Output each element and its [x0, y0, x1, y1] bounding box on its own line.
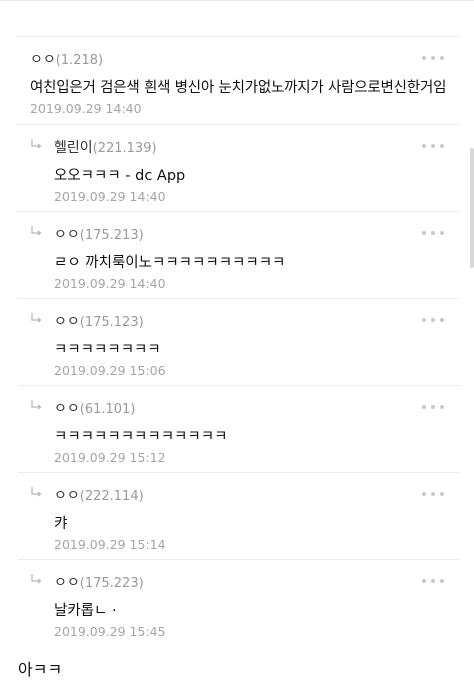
partial-text: 아ㅋㅋ	[18, 660, 63, 679]
more-dots-icon[interactable]	[422, 579, 444, 583]
reply-author[interactable]: ㅇㅇ(222.114)	[54, 485, 144, 505]
reply-item: ㅇㅇ(175.123) ㅋㅋㅋㅋㅋㅋㅋㅋ 2019.09.29 15:06	[18, 299, 460, 386]
reply-item: ㅇㅇ(175.223) 날카롭ㄴ · 2019.09.29 15:45	[18, 560, 460, 639]
author-ip: (221.139)	[92, 141, 157, 156]
reply-item: 헬린이(221.139) 오오ㅋㅋㅋ - dc App 2019.09.29 1…	[18, 125, 460, 212]
reply-date: 2019.09.29 15:45	[54, 624, 166, 639]
reply-author[interactable]: ㅇㅇ(175.123)	[54, 311, 144, 331]
reply-text: ㅋㅋㅋㅋㅋㅋㅋㅋ	[54, 342, 161, 358]
comment-date: 2019.09.29 14:40	[30, 101, 142, 116]
author-ip: (175.123)	[79, 315, 144, 330]
top-divider	[0, 0, 474, 1]
reply-arrow-icon	[30, 225, 42, 237]
reply-item: ㅇㅇ(175.213) ㄹㅇ 까치룩이노ㅋㅋㅋㅋㅋㅋㅋㅋㅋㅋ 2019.09.2…	[18, 212, 460, 299]
more-dots-icon[interactable]	[422, 318, 444, 322]
author-nickname: ㅇㅇ	[54, 227, 80, 243]
reply-date: 2019.09.29 15:06	[54, 363, 166, 378]
more-dots-icon[interactable]	[422, 405, 444, 409]
reply-arrow-icon	[30, 138, 42, 150]
author-nickname: 헬린이	[54, 140, 93, 156]
author-ip: (61.101)	[79, 402, 136, 417]
author-ip: (222.114)	[79, 489, 144, 504]
reply-arrow-icon	[30, 486, 42, 498]
reply-arrow-icon	[30, 573, 42, 585]
author-ip: (175.223)	[79, 576, 144, 591]
author-nickname: ㅇㅇ	[54, 488, 80, 504]
comment-list: ㅇㅇ(1.218) 여친입은거 검은색 흰색 병신아 눈치가없노까지가 사람으로…	[18, 36, 460, 639]
author-nickname: ㅇㅇ	[54, 575, 80, 591]
more-dots-icon[interactable]	[422, 144, 444, 148]
reply-date: 2019.09.29 14:40	[54, 276, 166, 291]
reply-arrow-icon	[30, 399, 42, 411]
reply-date: 2019.09.29 15:14	[54, 537, 166, 552]
comment-author[interactable]: ㅇㅇ(1.218)	[30, 49, 103, 69]
author-nickname: ㅇㅇ	[54, 314, 80, 330]
reply-text: ㄹㅇ 까치룩이노ㅋㅋㅋㅋㅋㅋㅋㅋㅋㅋ	[54, 255, 286, 271]
comment-text: 여친입은거 검은색 흰색 병신아 눈치가없노까지가 사람으로변신한거임	[30, 80, 447, 96]
reply-text: 오오ㅋㅋㅋ - dc App	[54, 168, 186, 184]
more-dots-icon[interactable]	[422, 231, 444, 235]
more-dots-icon[interactable]	[422, 56, 444, 60]
author-ip: (1.218)	[55, 53, 104, 68]
comment-item: ㅇㅇ(1.218) 여친입은거 검은색 흰색 병신아 눈치가없노까지가 사람으로…	[18, 37, 460, 125]
reply-author[interactable]: ㅇㅇ(175.223)	[54, 572, 144, 592]
reply-arrow-icon	[30, 312, 42, 324]
reply-author[interactable]: 헬린이(221.139)	[54, 137, 157, 157]
author-nickname: ㅇㅇ	[54, 401, 80, 417]
reply-author[interactable]: ㅇㅇ(61.101)	[54, 398, 135, 418]
reply-item: ㅇㅇ(222.114) 캬 2019.09.29 15:14	[18, 473, 460, 560]
reply-item: ㅇㅇ(61.101) ㅋㅋㅋㅋㅋㅋㅋㅋㅋㅋㅋㅋㅋ 2019.09.29 15:1…	[18, 386, 460, 473]
author-ip: (175.213)	[79, 228, 144, 243]
more-dots-icon[interactable]	[422, 492, 444, 496]
reply-date: 2019.09.29 14:40	[54, 189, 166, 204]
reply-text: 날카롭ㄴ ·	[54, 603, 117, 619]
reply-author[interactable]: ㅇㅇ(175.213)	[54, 224, 144, 244]
reply-date: 2019.09.29 15:12	[54, 450, 166, 465]
reply-text: 캬	[54, 516, 68, 532]
reply-text: ㅋㅋㅋㅋㅋㅋㅋㅋㅋㅋㅋㅋㅋ	[54, 429, 228, 445]
author-nickname: ㅇㅇ	[30, 52, 56, 68]
scrollbar[interactable]	[470, 148, 474, 268]
